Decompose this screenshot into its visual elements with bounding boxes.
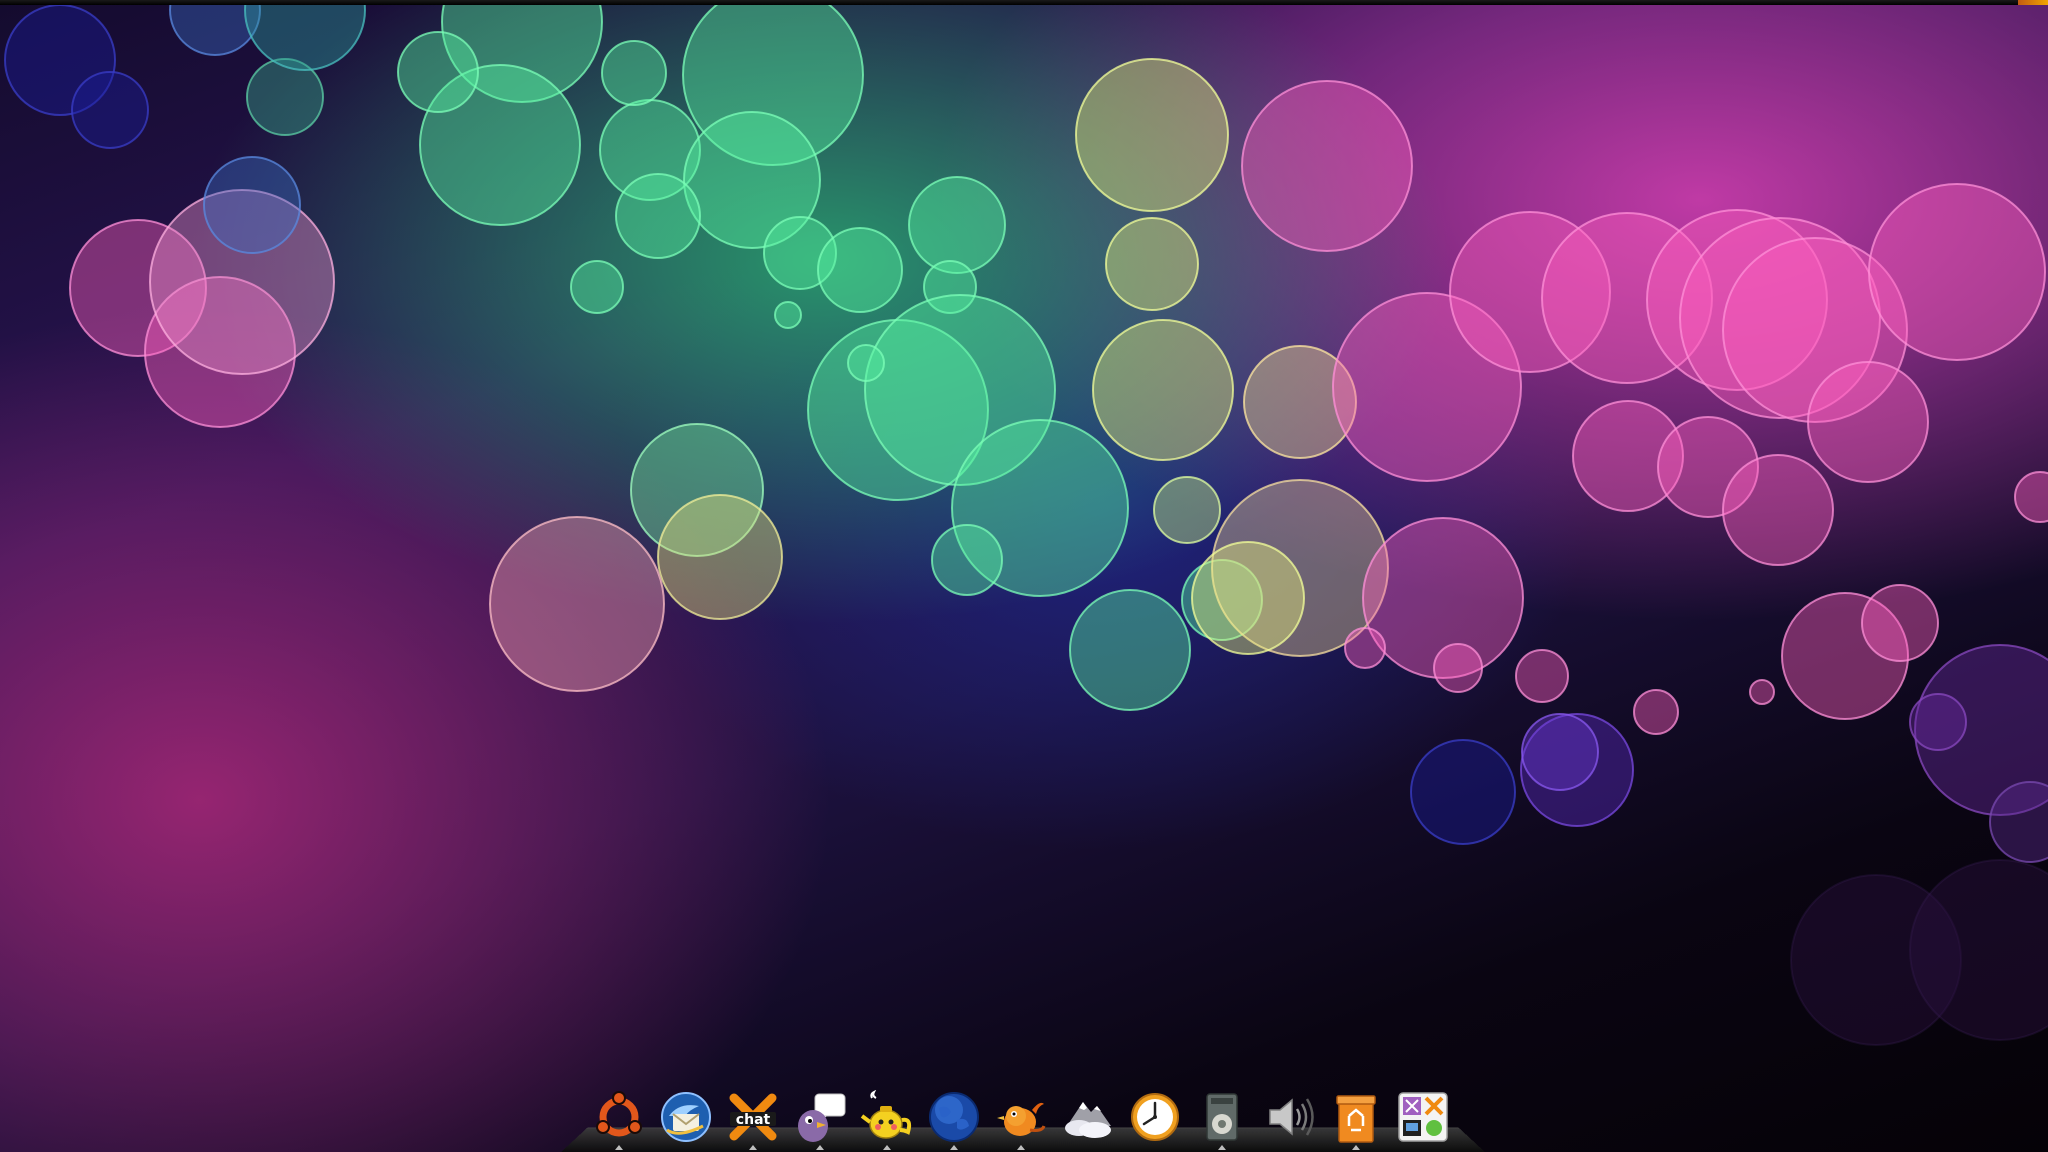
dock: chat (560, 1078, 1486, 1152)
dock-item-clock[interactable] (1126, 1088, 1184, 1146)
thunderbird-mail-icon (661, 1092, 711, 1142)
running-indicator (950, 1145, 958, 1150)
running-indicator (1352, 1145, 1360, 1150)
running-indicator (1017, 1145, 1025, 1150)
running-indicator (615, 1145, 623, 1150)
running-indicator (749, 1145, 757, 1150)
dock-item-pidgin[interactable] (791, 1088, 849, 1150)
xchat-label: chat (736, 1112, 771, 1128)
dock-item-settings[interactable] (1394, 1088, 1452, 1146)
dock-item-teapot[interactable] (858, 1088, 916, 1150)
top-panel[interactable] (0, 0, 2048, 5)
dock-item-audio-device[interactable] (1193, 1088, 1251, 1150)
globe-browser-icon (929, 1092, 979, 1142)
ubuntu-logo-icon (596, 1091, 642, 1137)
dock-item-weather[interactable] (1059, 1088, 1117, 1146)
teapot-icon (860, 1090, 912, 1139)
clock-icon (1131, 1093, 1179, 1141)
pidgin-messenger-icon (798, 1093, 846, 1142)
running-indicator (883, 1145, 891, 1150)
system-tray-icon[interactable] (2018, 0, 2048, 5)
running-indicator (1218, 1145, 1226, 1150)
dock-item-xchat[interactable]: chat (724, 1088, 782, 1150)
speaker-device-icon (1206, 1093, 1238, 1141)
volume-icon (1269, 1098, 1314, 1136)
dock-item-browser[interactable] (925, 1088, 983, 1150)
wallpaper-bokeh (4, 0, 2048, 1046)
dock-item-twitter-client[interactable] (992, 1088, 1050, 1150)
trash-icon (1336, 1095, 1376, 1143)
settings-manager-icon (1398, 1092, 1448, 1142)
running-indicator (816, 1145, 824, 1150)
dock-item-trash[interactable] (1327, 1088, 1385, 1150)
dock-item-ubuntu[interactable] (590, 1088, 648, 1150)
xchat-icon: chat (729, 1093, 777, 1141)
dock-item-volume[interactable] (1260, 1088, 1318, 1146)
bird-twitter-icon (997, 1102, 1046, 1136)
dock-item-thunderbird[interactable] (657, 1088, 715, 1146)
desktop[interactable]: chat (0, 0, 2048, 1152)
cloud-mountain-icon (1065, 1102, 1111, 1138)
